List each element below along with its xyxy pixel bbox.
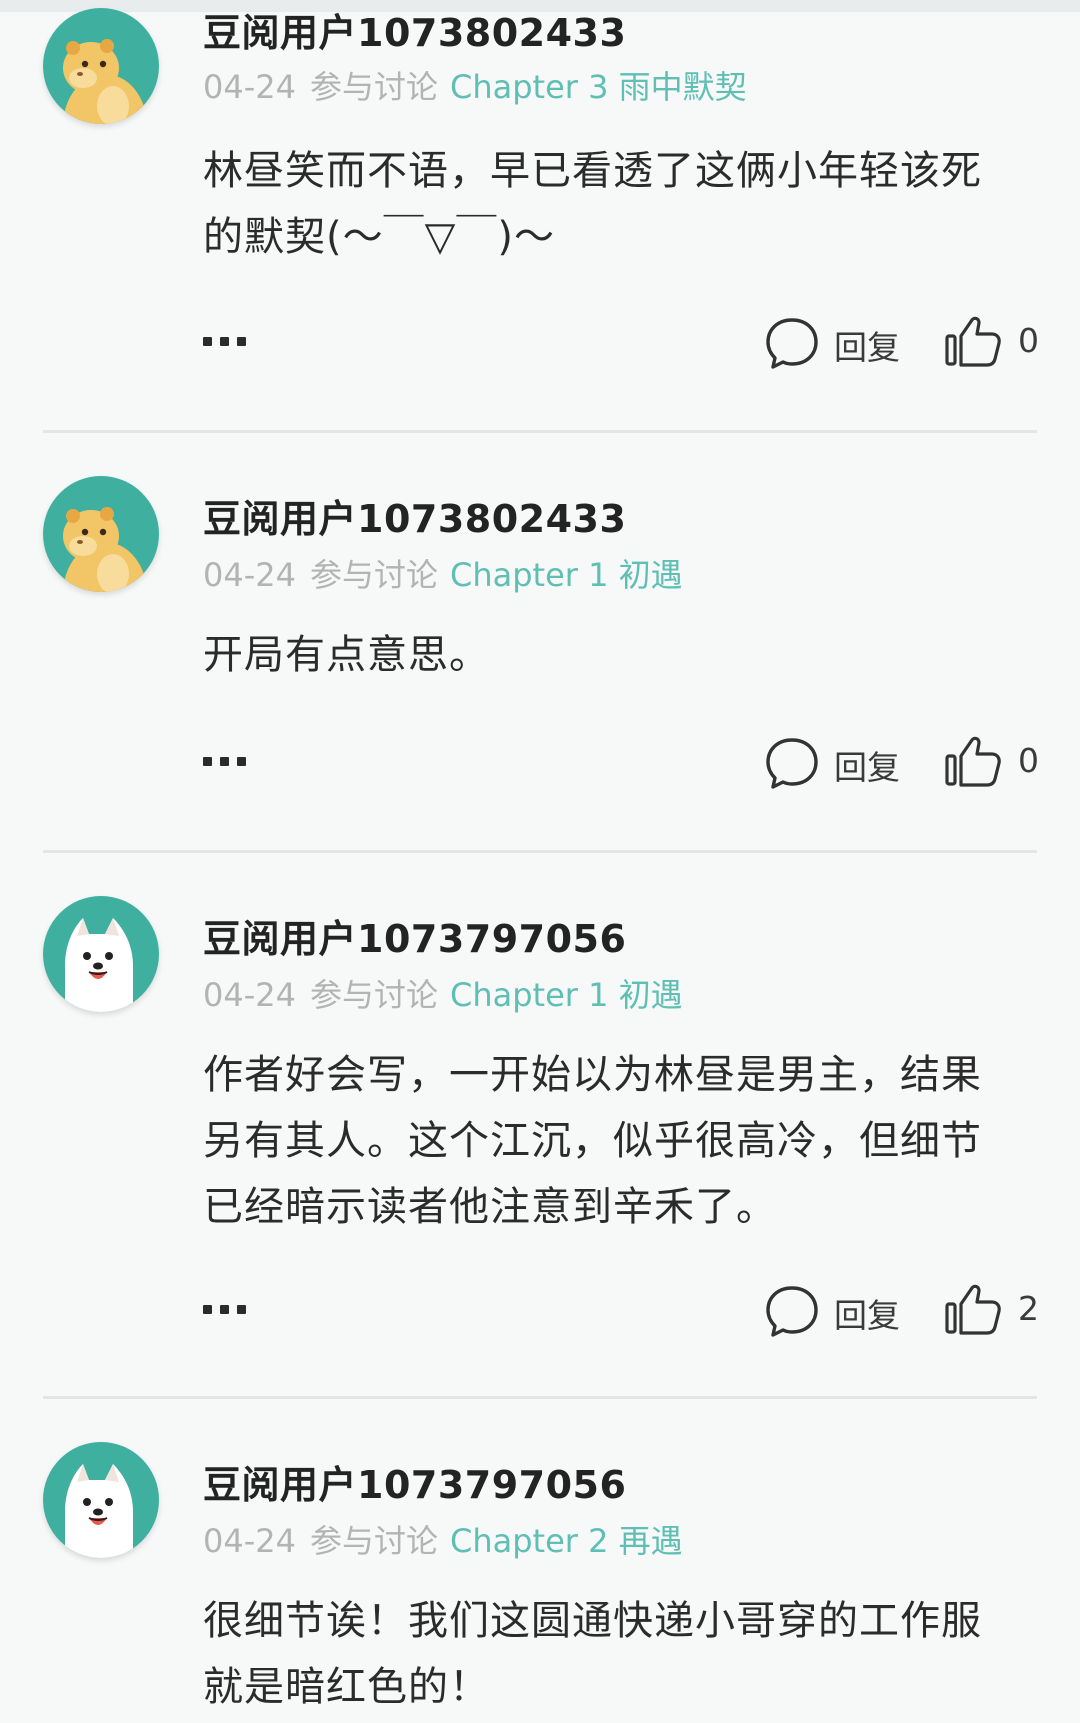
more-dot [203, 337, 212, 346]
like-count: 0 [1018, 741, 1039, 780]
discussion-verb: 参与讨论 [309, 976, 438, 1014]
chapter-link[interactable]: Chapter 1 初遇 [450, 976, 683, 1014]
comment-text-line: 就是暗红色的！ [203, 1664, 490, 1710]
comment-date: 04-24 [203, 1522, 296, 1560]
more-button[interactable] [203, 1300, 249, 1320]
username[interactable]: 豆阅用户1073797056 [203, 1454, 626, 1509]
comment-text: 很细节诶！我们这圆通快递小哥穿的工作服 就是暗红色的！ [203, 1588, 1033, 1720]
comment-meta: 04-24 参与讨论 Chapter 2 再遇 [203, 1516, 683, 1562]
more-dot [237, 757, 246, 766]
divider [43, 850, 1037, 853]
username[interactable]: 豆阅用户1073797056 [203, 908, 626, 963]
comment-text-line: 已经暗示读者他注意到辛禾了。 [203, 1184, 777, 1230]
comment-text-line: 作者好会写，一开始以为林昼是男主，结果 [203, 1052, 982, 1098]
comment-meta: 04-24 参与讨论 Chapter 3 雨中默契 [203, 62, 747, 108]
more-dot [220, 1305, 229, 1314]
chapter-link[interactable]: Chapter 2 再遇 [450, 1522, 683, 1560]
comment-text: 作者好会写，一开始以为林昼是男主，结果 另有其人。这个江沉，似乎很高冷，但细节 … [203, 1042, 1033, 1240]
thumbs-up-icon [945, 316, 1001, 367]
divider [43, 1396, 1037, 1399]
more-dot [203, 1305, 212, 1314]
comment-meta: 04-24 参与讨论 Chapter 1 初遇 [203, 550, 683, 596]
comment-text-line: 很细节诶！我们这圆通快递小哥穿的工作服 [203, 1598, 982, 1644]
username[interactable]: 豆阅用户1073802433 [203, 2, 626, 57]
speech-bubble-icon [766, 738, 818, 789]
comment-text-line: 另有其人。这个江沉，似乎很高冷，但细节 [203, 1118, 982, 1164]
comment-text-line: 开局有点意思。 [203, 632, 490, 678]
chapter-link[interactable]: Chapter 3 雨中默契 [450, 68, 747, 106]
username[interactable]: 豆阅用户1073802433 [203, 488, 626, 543]
comment-text: 开局有点意思。 [203, 622, 1033, 688]
samoyed-avatar[interactable] [43, 1442, 159, 1558]
comment-text: 林昼笑而不语，早已看透了这俩小年轻该死 的默契(～￣▽￣)～ [203, 138, 1033, 270]
thumbs-up-icon [945, 1284, 1001, 1335]
comment-date: 04-24 [203, 556, 296, 594]
reply-label: 回复 [834, 748, 900, 787]
comment-date: 04-24 [203, 68, 296, 106]
comment-text-line: 的默契(～￣▽￣)～ [203, 214, 555, 260]
more-dot [237, 337, 246, 346]
more-dot [203, 757, 212, 766]
comment-actions: 回复 2 [0, 1280, 1080, 1340]
comment-actions: 回复 0 [0, 312, 1080, 372]
comment-meta: 04-24 参与讨论 Chapter 1 初遇 [203, 970, 683, 1016]
more-button[interactable] [203, 332, 249, 352]
more-dot [237, 1305, 246, 1314]
more-button[interactable] [203, 752, 249, 772]
hamster-avatar[interactable] [43, 476, 159, 592]
divider [43, 430, 1037, 433]
comment-text-line: 林昼笑而不语，早已看透了这俩小年轻该死 [203, 148, 982, 194]
discussion-verb: 参与讨论 [309, 556, 438, 594]
more-dot [220, 337, 229, 346]
reply-label: 回复 [834, 1296, 900, 1335]
discussion-verb: 参与讨论 [309, 68, 438, 106]
speech-bubble-icon [766, 318, 818, 369]
discussion-verb: 参与讨论 [309, 1522, 438, 1560]
reply-label: 回复 [834, 328, 900, 367]
thumbs-up-icon [945, 736, 1001, 787]
comment-date: 04-24 [203, 976, 296, 1014]
samoyed-avatar[interactable] [43, 896, 159, 1012]
comment-actions: 回复 0 [0, 732, 1080, 792]
like-count: 0 [1018, 321, 1039, 360]
hamster-avatar[interactable] [43, 8, 159, 124]
chapter-link[interactable]: Chapter 1 初遇 [450, 556, 683, 594]
more-dot [220, 757, 229, 766]
speech-bubble-icon [766, 1286, 818, 1337]
like-count: 2 [1018, 1289, 1039, 1328]
